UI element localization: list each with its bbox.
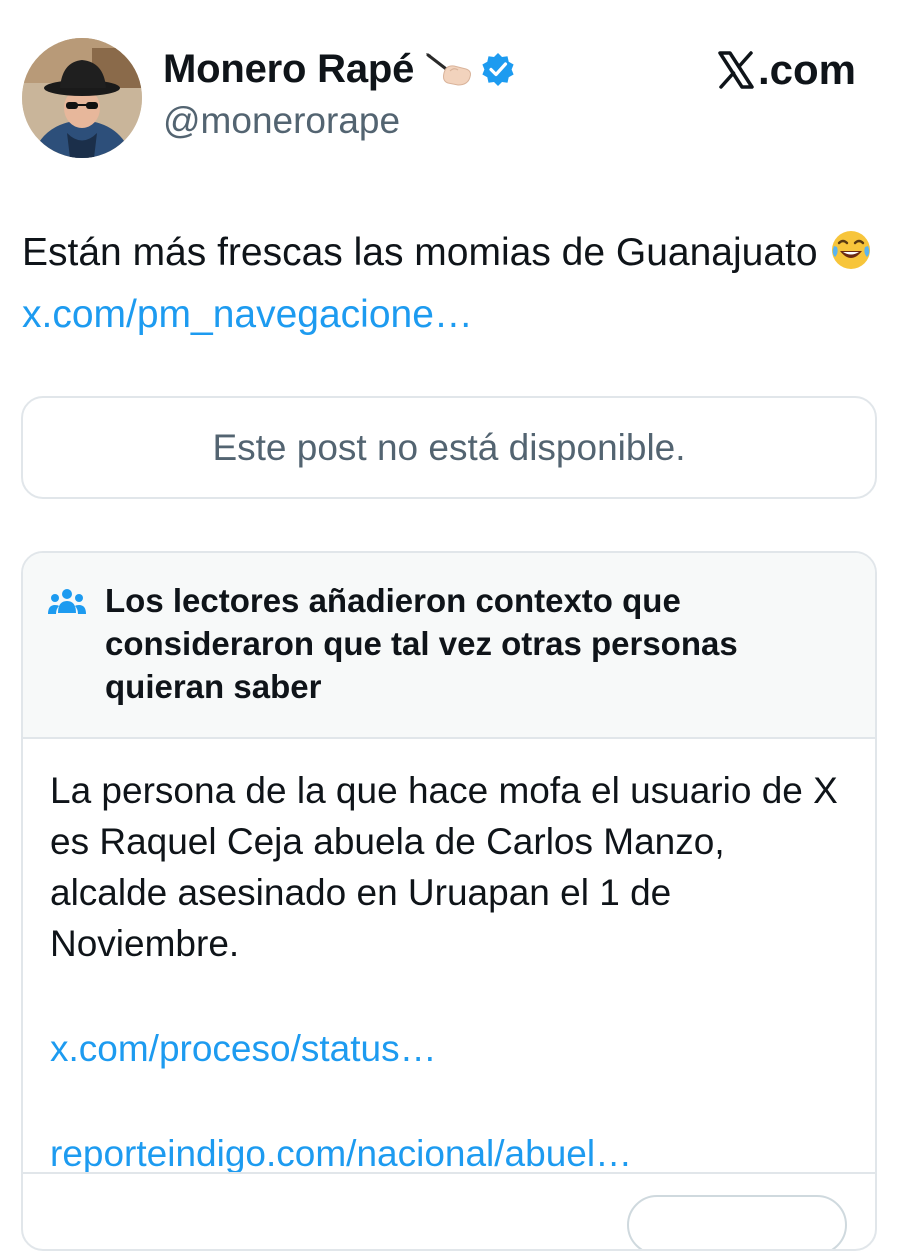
x-logo-icon	[716, 50, 756, 90]
community-note-text: La persona de la que hace mofa el usuari…	[50, 770, 838, 964]
avatar[interactable]	[22, 38, 142, 158]
community-note-header: Los lectores añadieron contexto que cons…	[23, 553, 875, 739]
rate-note-button[interactable]	[627, 1195, 847, 1249]
laughing-icon	[830, 228, 872, 270]
author-name[interactable]: Monero Rapé	[163, 47, 414, 92]
community-note-body: La persona de la que hace mofa el usuari…	[23, 739, 875, 1179]
community-note-title: Los lectores añadieron contexto que cons…	[105, 582, 738, 705]
post-header: Monero Rapé @monerorape .com	[22, 38, 882, 158]
verified-badge-icon[interactable]	[480, 51, 516, 87]
quoted-post-unavailable: Este post no está disponible.	[21, 396, 877, 499]
post-text: Están más frescas las momias de Guanajua…	[22, 222, 882, 346]
post-text-body: Están más frescas las momias de Guanajua…	[22, 231, 818, 274]
post-link[interactable]: x.com/pm_navegacione…	[22, 293, 473, 336]
author-name-row[interactable]: Monero Rapé	[163, 46, 516, 92]
author-handle[interactable]: @monerorape	[163, 100, 400, 142]
note-source-link[interactable]: x.com/proceso/status…	[50, 1023, 849, 1074]
divider	[23, 1172, 875, 1174]
unavailable-message: Este post no está disponible.	[212, 426, 686, 468]
community-note: Los lectores añadieron contexto que cons…	[21, 551, 877, 1251]
writing-hand-icon	[424, 49, 474, 89]
site-brand: .com	[716, 46, 856, 94]
site-brand-label: .com	[757, 46, 856, 93]
people-icon	[48, 587, 86, 617]
